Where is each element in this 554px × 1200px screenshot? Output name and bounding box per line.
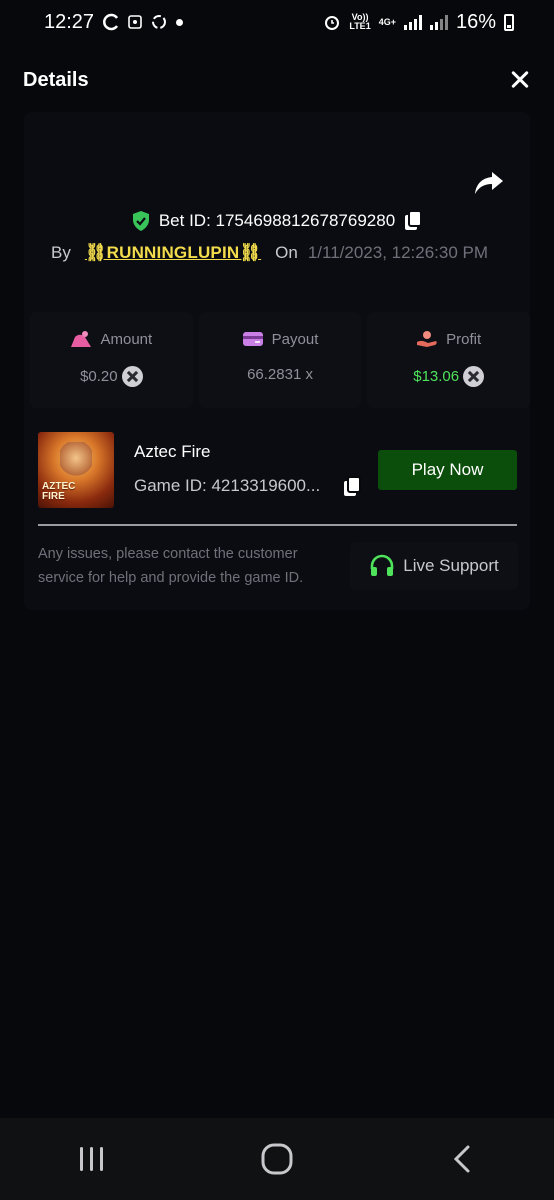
game-thumbnail-figure xyxy=(60,442,92,482)
status-time: 12:27 xyxy=(44,10,95,33)
gallery-icon xyxy=(128,15,142,29)
recycle-icon xyxy=(152,15,167,29)
stat-profit-head: Profit xyxy=(416,330,481,348)
share-icon[interactable] xyxy=(474,170,504,196)
copy-icon[interactable] xyxy=(403,210,423,232)
by-row: By ⛓RUNNINGLUPIN⛓ On 1/11/2023, 12:26:30… xyxy=(51,238,521,268)
by-label: By xyxy=(51,243,71,262)
bet-datetime: 1/11/2023, 12:26:30 PM xyxy=(307,243,489,262)
close-icon[interactable] xyxy=(508,68,532,92)
amount-value: $0.20 xyxy=(80,368,118,385)
volte-bottom: LTE1 xyxy=(349,21,371,31)
notification-dot-icon xyxy=(176,18,184,26)
stat-payout: Payout 66.2831 x xyxy=(198,312,362,408)
amount-icon xyxy=(71,331,92,347)
play-now-button[interactable]: Play Now xyxy=(378,450,517,490)
battery-percent: 16% xyxy=(455,10,496,33)
live-support-button[interactable]: Live Support xyxy=(350,542,518,590)
username-link[interactable]: ⛓RUNNINGLUPIN⛓ xyxy=(85,243,261,263)
sync-icon xyxy=(103,13,119,31)
volte-indicator: Vo)) LTE1 xyxy=(349,13,370,31)
divider xyxy=(38,524,517,526)
game-name: Aztec Fire xyxy=(134,442,211,461)
recent-apps-icon xyxy=(80,1147,104,1171)
payout-value-row: 66.2831 x xyxy=(247,366,313,383)
battery-icon xyxy=(504,13,514,31)
stat-amount: Amount $0.20 xyxy=(30,312,193,408)
coin-icon xyxy=(121,366,143,387)
live-support-label: Live Support xyxy=(403,556,499,575)
game-id: Game ID: 4213319600... xyxy=(134,476,321,495)
coin-icon xyxy=(463,366,485,387)
alarm-icon xyxy=(325,16,340,30)
payout-label: Payout xyxy=(271,330,319,348)
back-icon xyxy=(453,1145,470,1173)
recent-apps-button[interactable] xyxy=(62,1129,122,1189)
game-thumbnail[interactable]: AZTEC FIRE xyxy=(38,432,114,508)
stat-profit: Profit $13.06 xyxy=(367,312,531,408)
help-text: Any issues, please contact the customer … xyxy=(38,546,304,586)
profit-value-row: $13.06 xyxy=(413,366,485,387)
thumb-text-2: FIRE xyxy=(42,491,65,502)
game-thumbnail-text: AZTEC FIRE xyxy=(42,482,75,502)
page-title: Details xyxy=(23,68,89,91)
copy-icon[interactable] xyxy=(342,476,362,498)
stat-payout-head: Payout xyxy=(242,330,319,348)
nav-bar xyxy=(0,1118,554,1200)
payout-value: 66.2831 x xyxy=(247,366,313,383)
profit-hand-icon xyxy=(417,331,437,347)
shield-check-icon xyxy=(132,211,149,231)
stats-row: Amount $0.20 Payout 66.2831 x Profit $13… xyxy=(30,312,531,408)
bet-id-row: Bet ID: 1754698812678769280 xyxy=(0,206,554,236)
bet-id: Bet ID: 1754698812678769280 xyxy=(158,211,396,230)
network-type: 4G+ xyxy=(378,16,396,27)
amount-value-row: $0.20 xyxy=(80,366,143,387)
status-left: 12:27 xyxy=(44,10,184,34)
payout-card-icon xyxy=(242,332,263,346)
home-icon xyxy=(261,1143,293,1175)
header: Details xyxy=(0,60,554,100)
home-button[interactable] xyxy=(247,1129,307,1189)
signal-1-icon xyxy=(403,14,422,30)
stat-amount-head: Amount xyxy=(70,330,152,348)
status-right: Vo)) LTE1 4G+ 16% xyxy=(323,11,514,34)
on-label: On xyxy=(275,243,298,262)
status-bar: 12:27 Vo)) LTE1 4G+ 16% xyxy=(0,0,554,44)
headset-icon xyxy=(370,554,394,576)
amount-label: Amount xyxy=(100,330,153,348)
profit-value: $13.06 xyxy=(413,368,460,385)
back-button[interactable] xyxy=(432,1129,492,1189)
profit-label: Profit xyxy=(446,330,482,348)
signal-2-icon xyxy=(429,14,448,30)
